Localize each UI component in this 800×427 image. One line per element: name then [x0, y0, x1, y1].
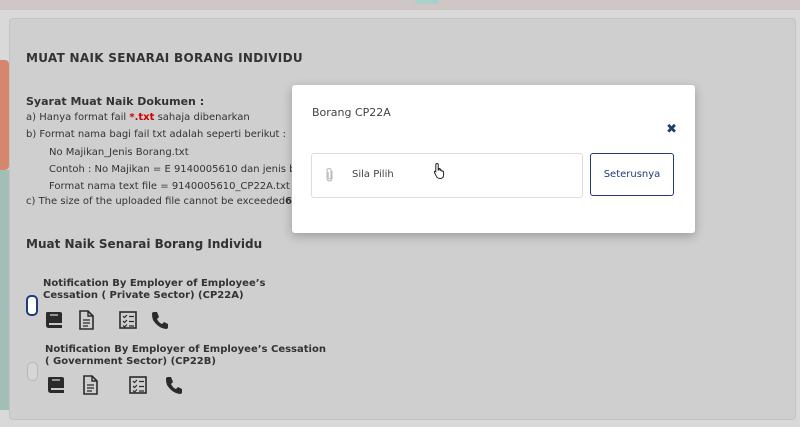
requirement-c-size: 6: [285, 196, 293, 207]
requirement-b-filename: Format nama text file = 9140005610_CP22A…: [49, 181, 290, 192]
requirement-a-prefix: a) Hanya format fail: [26, 112, 130, 123]
form-label-cp22a: Notification By Employer of Employee’s C…: [43, 278, 266, 302]
checklist-icon[interactable]: [117, 309, 139, 331]
requirement-b: b) Format nama bagi fail txt adalah sepe…: [26, 129, 287, 140]
next-button[interactable]: Seterusnya: [590, 153, 674, 196]
page-title: MUAT NAIK SENARAI BORANG INDIVIDU: [26, 51, 303, 65]
top-bar-accent: [415, 0, 439, 4]
phone-icon[interactable]: [149, 309, 171, 331]
paperclip-icon: [326, 167, 333, 182]
left-accent-bar: [0, 60, 9, 170]
form-radio-cp22a[interactable]: [26, 295, 38, 316]
document-icon[interactable]: [79, 374, 101, 396]
requirement-b-example: Contoh : No Majikan = E 9140005610 dan j…: [49, 164, 296, 175]
requirement-a-suffix: sahaja dibenarkan: [154, 112, 250, 123]
form-label-cp22b-line1: Notification By Employer of Employee’s C…: [45, 344, 326, 355]
form-label-cp22b: Notification By Employer of Employee’s C…: [45, 344, 326, 368]
requirement-a-extension: *.txt: [129, 112, 155, 123]
requirement-c-prefix: c) The size of the uploaded file cannot …: [26, 196, 286, 207]
requirements-title: Syarat Muat Naik Dokumen :: [26, 95, 205, 108]
checklist-icon[interactable]: [127, 374, 149, 396]
form-label-cp22a-line2: Cessation ( Private Sector) (CP22A): [43, 290, 244, 301]
book-icon[interactable]: [43, 309, 65, 331]
close-icon[interactable]: ✖: [666, 122, 677, 137]
form-radio-cp22b[interactable]: [27, 362, 38, 381]
requirement-a: a) Hanya format fail *.txt sahaja dibena…: [26, 112, 250, 123]
modal-title: Borang CP22A: [312, 106, 391, 119]
file-picker-input[interactable]: Sila Pilih: [311, 153, 583, 198]
phone-icon[interactable]: [163, 374, 185, 396]
section-title: Muat Naik Senarai Borang Individu: [26, 237, 263, 251]
left-accent-bar-lower: [0, 170, 9, 410]
document-icon[interactable]: [75, 309, 97, 331]
book-icon[interactable]: [45, 374, 67, 396]
upload-modal: Borang CP22A ✖ Sila Pilih Seterusnya: [292, 85, 695, 233]
requirement-c: c) The size of the uploaded file cannot …: [26, 196, 292, 207]
form-label-cp22b-line2: ( Government Sector) (CP22B): [45, 356, 216, 367]
top-bar: [0, 0, 800, 10]
form-label-cp22a-line1: Notification By Employer of Employee’s: [43, 278, 266, 289]
requirement-b-format: No Majikan_Jenis Borang.txt: [49, 147, 189, 158]
hand-cursor-icon: [433, 162, 445, 180]
file-picker-placeholder: Sila Pilih: [352, 169, 394, 180]
